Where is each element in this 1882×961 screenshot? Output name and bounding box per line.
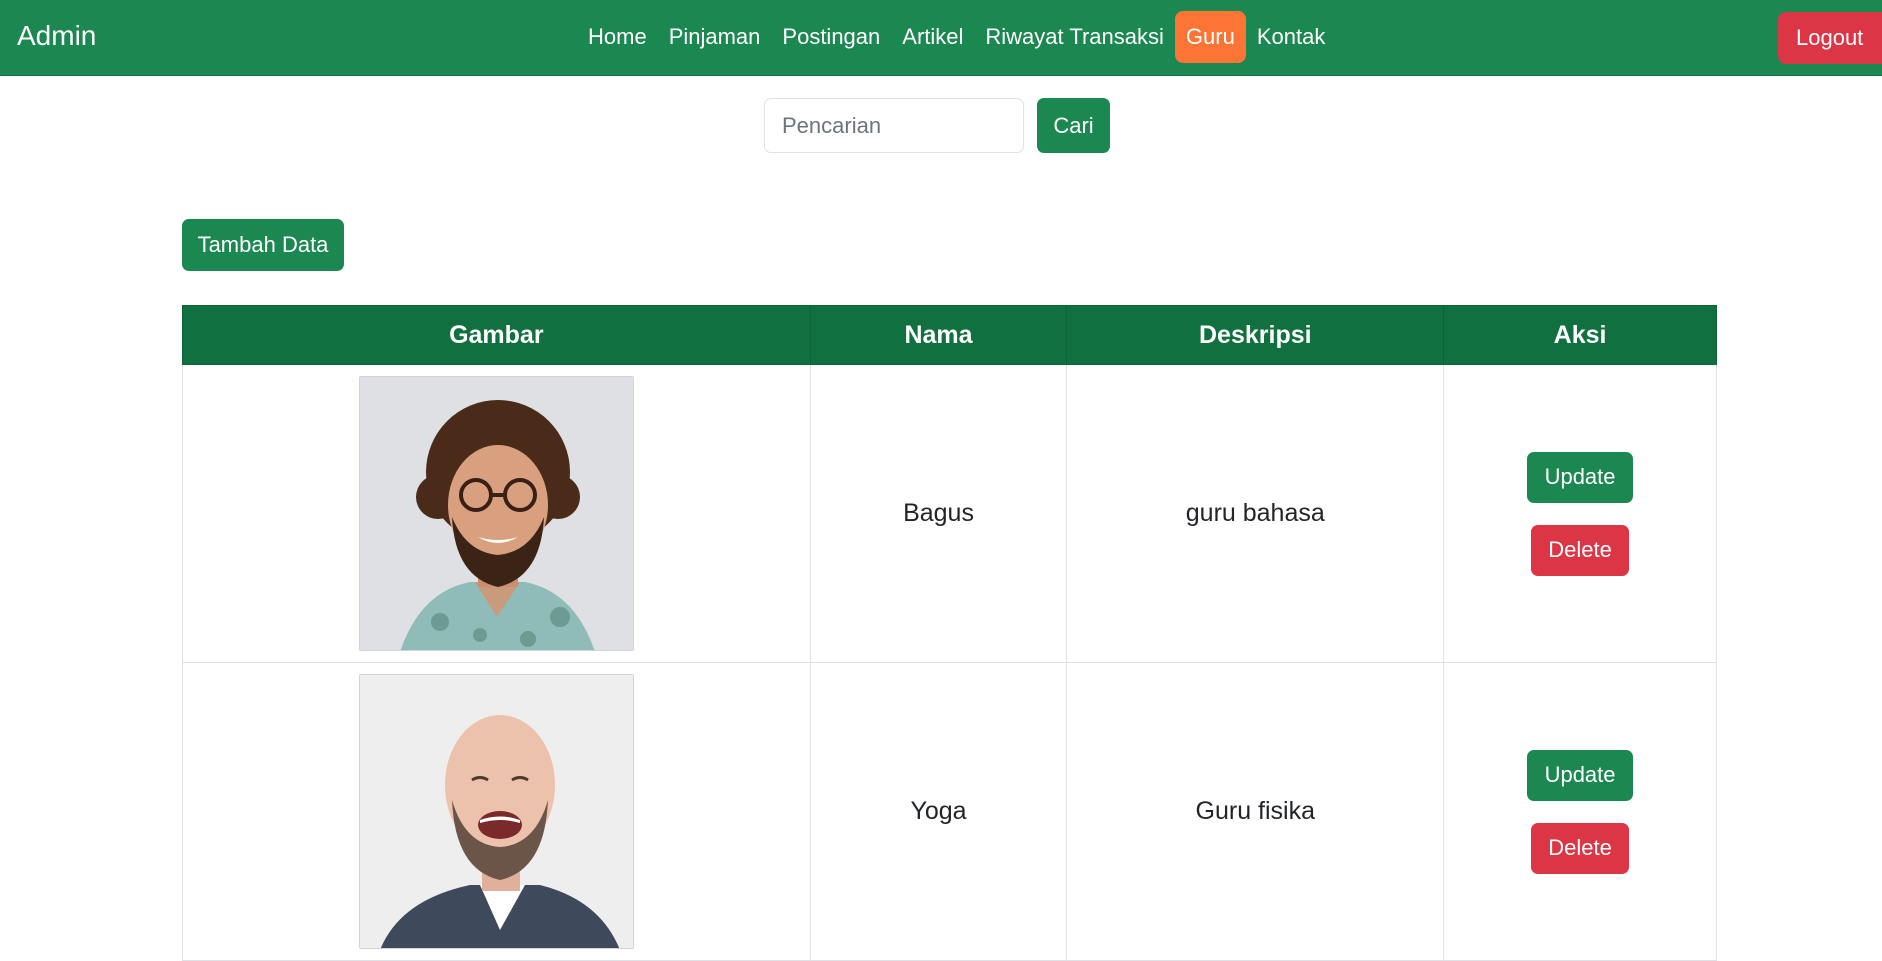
delete-button[interactable]: Delete xyxy=(1531,822,1630,874)
table-row: Yoga Guru fisika Update Delete xyxy=(182,662,1717,961)
action-cell: Update Delete xyxy=(1443,364,1717,663)
nav-link-kontak[interactable]: Kontak xyxy=(1246,11,1337,63)
column-header-aksi: Aksi xyxy=(1443,305,1717,365)
column-header-gambar: Gambar xyxy=(182,305,811,365)
photo-cell xyxy=(182,662,811,961)
delete-button[interactable]: Delete xyxy=(1531,524,1630,576)
nav-link-riwayat-transaksi[interactable]: Riwayat Transaksi xyxy=(974,11,1175,63)
brand-title[interactable]: Admin xyxy=(17,20,96,52)
photo-cell xyxy=(182,364,811,663)
update-button[interactable]: Update xyxy=(1527,749,1634,801)
table-header-row: Gambar Nama Deskripsi Aksi xyxy=(182,305,1717,365)
nav-links: Home Pinjaman Postingan Artikel Riwayat … xyxy=(577,9,1336,65)
nav-link-guru[interactable]: Guru xyxy=(1174,11,1246,63)
teacher-name: Bagus xyxy=(809,364,1068,663)
navbar: Admin Home Pinjaman Postingan Artikel Ri… xyxy=(0,0,1882,76)
table-row: Bagus guru bahasa Update Delete xyxy=(182,364,1717,663)
teacher-name: Yoga xyxy=(809,662,1068,961)
search-button[interactable]: Cari xyxy=(1037,98,1110,153)
column-header-nama: Nama xyxy=(809,305,1068,365)
logout-button[interactable]: Logout xyxy=(1778,12,1882,64)
action-cell: Update Delete xyxy=(1443,662,1717,961)
teacher-photo-bald-beard-laughing xyxy=(358,674,634,949)
update-button[interactable]: Update xyxy=(1527,451,1634,503)
nav-link-pinjaman[interactable]: Pinjaman xyxy=(658,11,772,63)
teacher-photo-curly-hair-glasses xyxy=(358,376,634,651)
nav-link-artikel[interactable]: Artikel xyxy=(891,11,974,63)
column-header-deskripsi: Deskripsi xyxy=(1066,305,1445,365)
teacher-description: guru bahasa xyxy=(1066,364,1445,663)
teacher-description: Guru fisika xyxy=(1066,662,1445,961)
nav-link-home[interactable]: Home xyxy=(577,11,658,63)
search-input[interactable] xyxy=(764,98,1024,153)
add-data-button[interactable]: Tambah Data xyxy=(182,219,344,271)
teachers-table: Gambar Nama Deskripsi Aksi Bagus guru ba… xyxy=(182,305,1717,961)
nav-link-postingan[interactable]: Postingan xyxy=(771,11,891,63)
